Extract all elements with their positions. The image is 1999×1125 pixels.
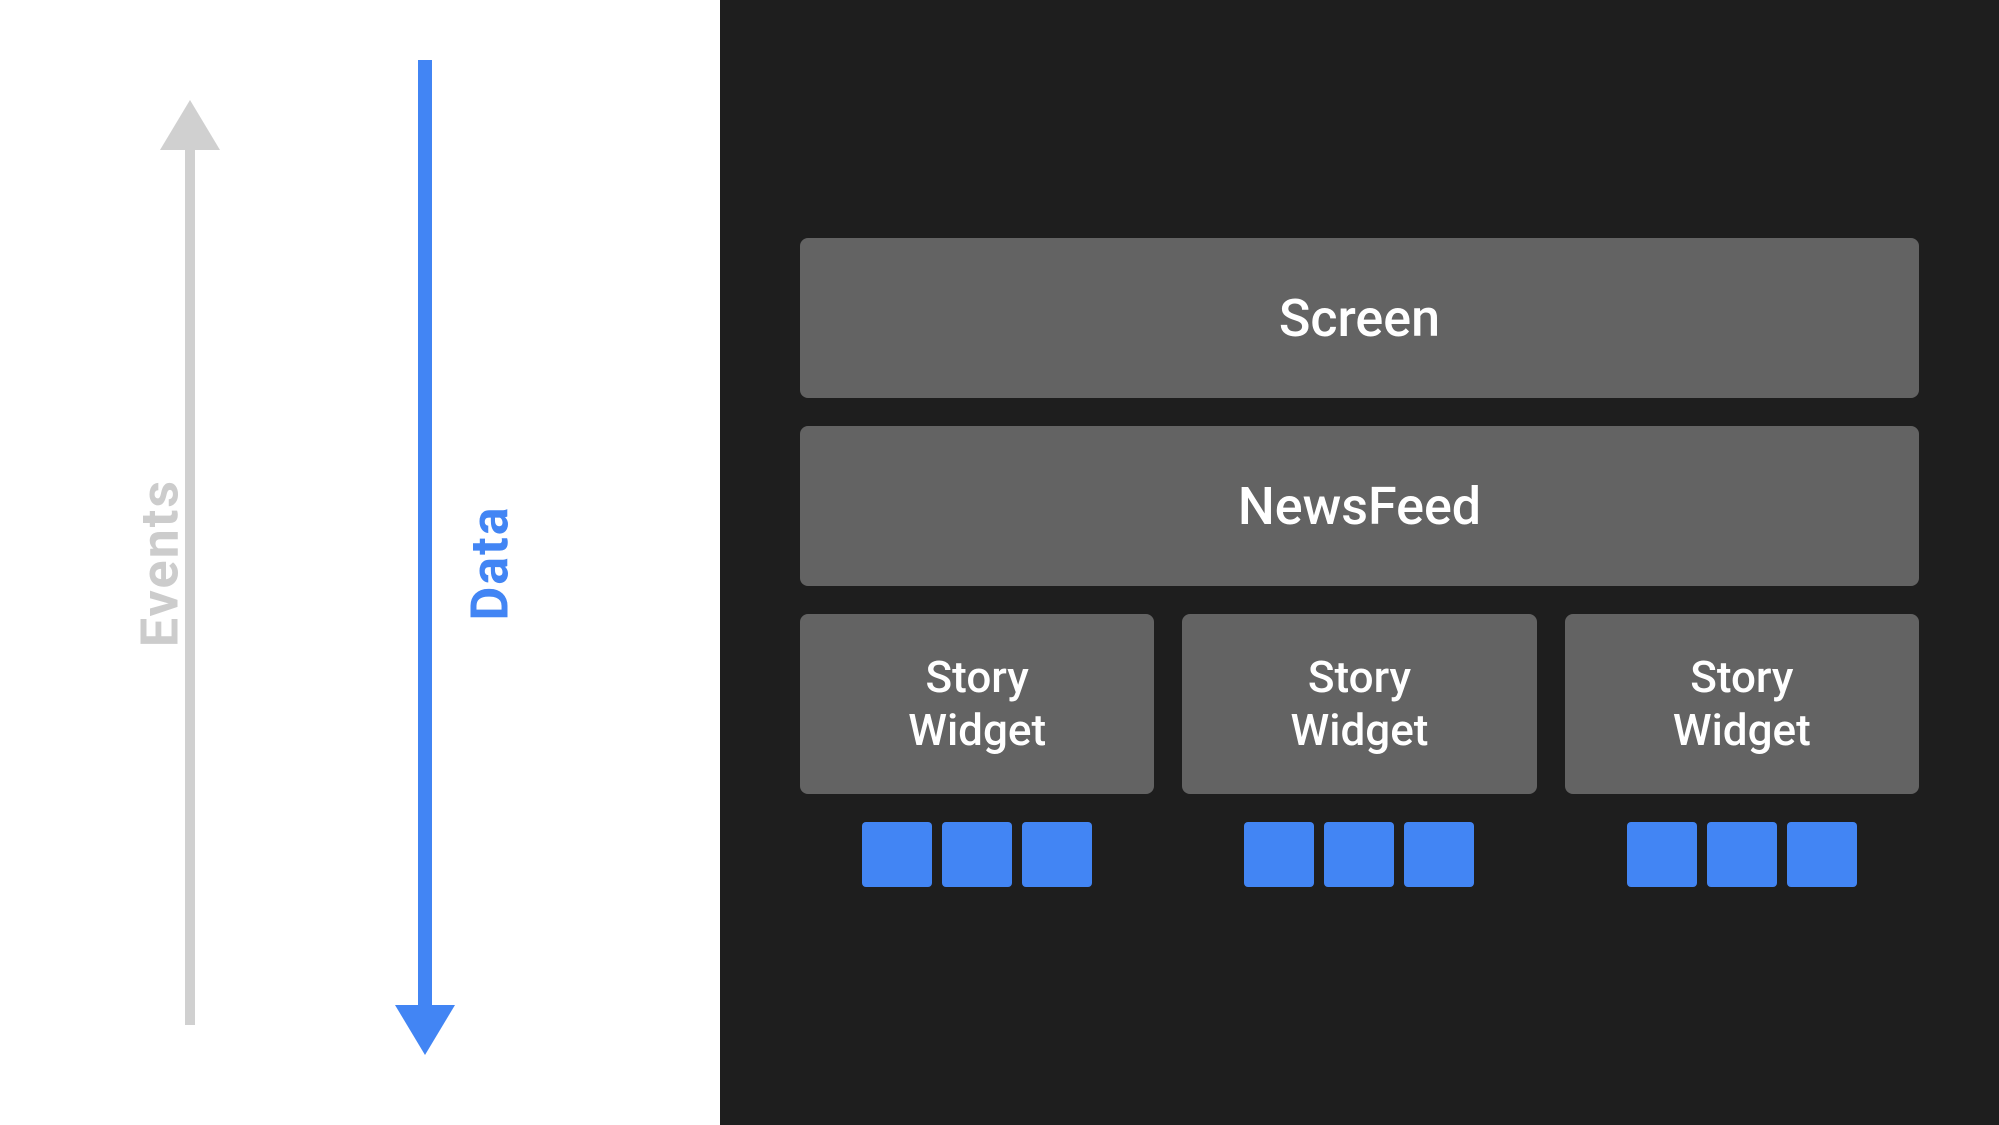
events-label: Events xyxy=(130,478,191,646)
mini-group-3 xyxy=(1565,822,1919,887)
mini-block-2-3 xyxy=(1404,822,1474,887)
mini-block-3-1 xyxy=(1627,822,1697,887)
data-arrow-shaft xyxy=(418,60,432,1005)
mini-block-1-2 xyxy=(942,822,1012,887)
data-arrowhead xyxy=(395,1005,455,1055)
story-blocks-row: StoryWidget StoryWidget StoryWidget xyxy=(800,614,1919,794)
story-widgets-section: StoryWidget StoryWidget StoryWidget xyxy=(800,614,1919,887)
story-widget-label-1: StoryWidget xyxy=(908,651,1046,757)
story-widget-2: StoryWidget xyxy=(1182,614,1536,794)
story-widget-label-3: StoryWidget xyxy=(1673,651,1811,757)
mini-block-1-1 xyxy=(862,822,932,887)
newsfeed-label: NewsFeed xyxy=(1238,476,1481,537)
mini-group-1 xyxy=(800,822,1154,887)
left-panel: Events Data xyxy=(0,0,720,1125)
newsfeed-block: NewsFeed xyxy=(800,426,1919,586)
events-arrowhead xyxy=(160,100,220,150)
data-label: Data xyxy=(460,505,521,620)
mini-block-3-2 xyxy=(1707,822,1777,887)
story-widget-1: StoryWidget xyxy=(800,614,1154,794)
mini-block-1-3 xyxy=(1022,822,1092,887)
screen-label: Screen xyxy=(1279,288,1440,349)
screen-block: Screen xyxy=(800,238,1919,398)
data-arrow xyxy=(395,60,455,1055)
story-widget-3: StoryWidget xyxy=(1565,614,1919,794)
mini-block-2-1 xyxy=(1244,822,1314,887)
mini-blocks-row xyxy=(800,822,1919,887)
mini-group-2 xyxy=(1182,822,1536,887)
story-widget-label-2: StoryWidget xyxy=(1291,651,1429,757)
mini-block-3-3 xyxy=(1787,822,1857,887)
mini-block-2-2 xyxy=(1324,822,1394,887)
right-panel: Screen NewsFeed StoryWidget StoryWidget … xyxy=(720,0,1999,1125)
